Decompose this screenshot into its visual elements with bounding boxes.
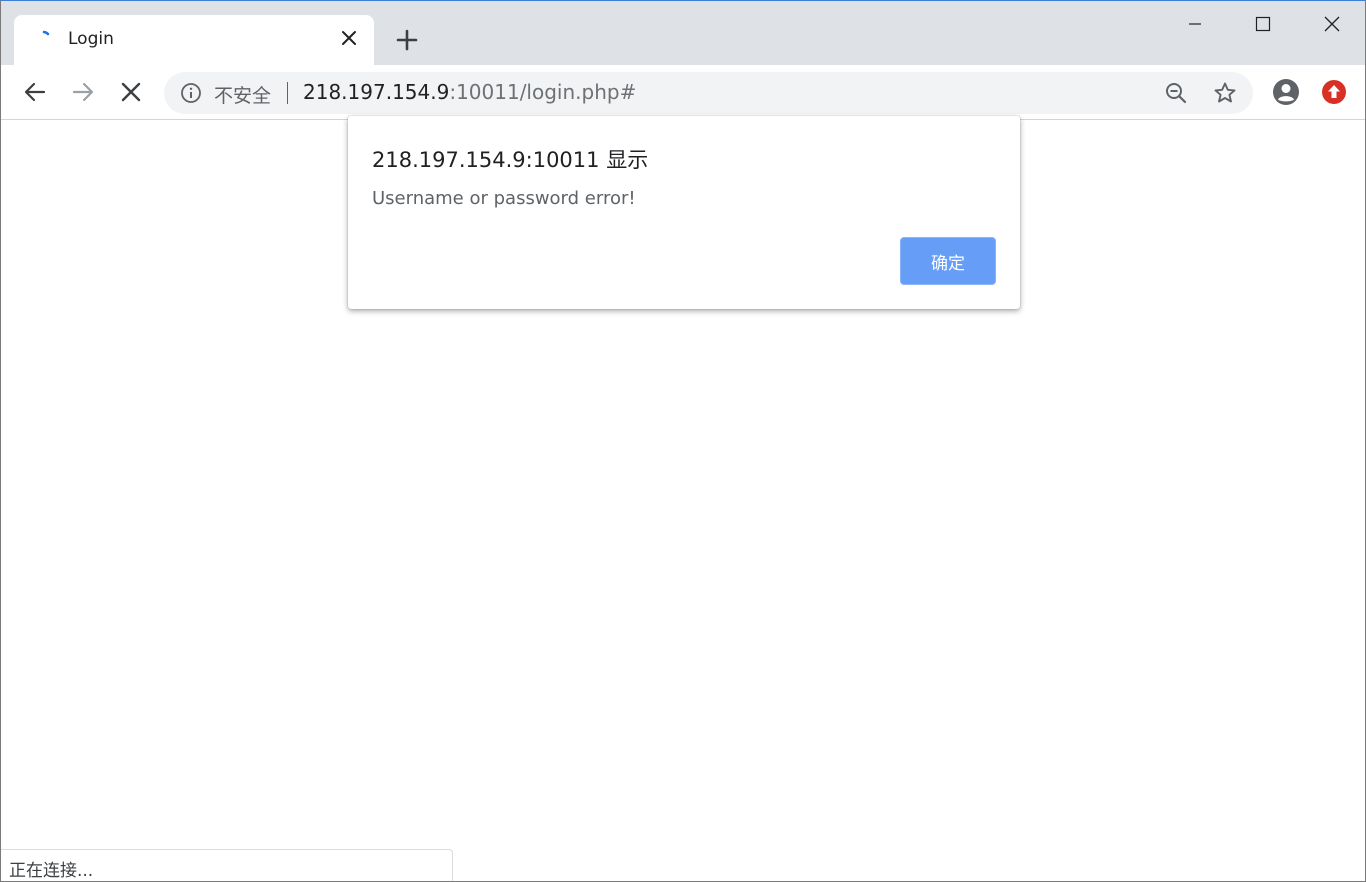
- plus-icon[interactable]: [394, 27, 420, 53]
- tab-title: Login: [68, 29, 114, 49]
- status-bubble: 正在连接...: [1, 849, 453, 881]
- separator: [287, 82, 288, 104]
- arrow-left-icon[interactable]: [21, 78, 49, 106]
- maximize-icon[interactable]: [1240, 1, 1286, 47]
- arrow-right-icon[interactable]: [69, 78, 97, 106]
- browser-window: Login 不安全 218.197.154.9:10011/login.php#…: [0, 0, 1366, 882]
- window-close-icon[interactable]: [1309, 1, 1355, 47]
- dialog-message: Username or password error!: [372, 188, 636, 209]
- tab-login[interactable]: Login: [14, 15, 374, 65]
- account-circle-icon[interactable]: [1272, 78, 1300, 106]
- star-icon[interactable]: [1213, 81, 1237, 105]
- ok-button[interactable]: 确定: [900, 237, 996, 285]
- url-path: :10011/login.php#: [449, 80, 637, 104]
- tab-strip: Login: [1, 1, 1365, 65]
- update-arrow-icon[interactable]: [1320, 78, 1348, 106]
- address-bar[interactable]: 不安全 218.197.154.9:10011/login.php#: [164, 72, 1253, 114]
- minimize-icon[interactable]: [1172, 1, 1218, 47]
- zoom-out-icon[interactable]: [1164, 81, 1188, 105]
- close-icon[interactable]: [338, 27, 360, 49]
- info-icon[interactable]: [180, 82, 202, 104]
- url-host: 218.197.154.9: [303, 80, 450, 104]
- alert-dialog: 218.197.154.9:10011 显示 Username or passw…: [348, 116, 1020, 309]
- status-text: 正在连接...: [9, 861, 94, 881]
- url-text[interactable]: 218.197.154.9:10011/login.php#: [303, 80, 636, 104]
- stop-loading-icon[interactable]: [117, 78, 145, 106]
- dialog-title: 218.197.154.9:10011 显示: [372, 148, 649, 172]
- security-label[interactable]: 不安全: [214, 81, 271, 108]
- loading-spinner-icon: [42, 29, 56, 43]
- toolbar: 不安全 218.197.154.9:10011/login.php#: [1, 65, 1365, 120]
